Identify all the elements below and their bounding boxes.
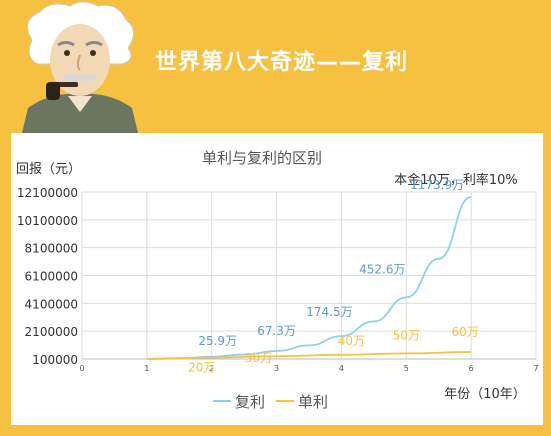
series-line-simple	[146, 351, 472, 360]
x-tick-label: 0	[79, 364, 84, 373]
x-tick-label: 1	[144, 364, 149, 373]
data-label-compound: 174.5万	[306, 305, 352, 319]
y-axis-ticks: 100000 2100000 4100000 6100000 8100000 101000…	[17, 186, 78, 367]
legend-label-simple: 单利	[298, 393, 328, 411]
data-label-simple: 30万	[245, 351, 272, 365]
y-tick-label: 2100000	[25, 325, 78, 339]
x-tick-label: 7	[533, 364, 538, 373]
page-title: 世界第八大奇迹——复利	[155, 50, 409, 75]
data-label-compound: 452.6万	[359, 262, 405, 276]
x-tick-label: 4	[339, 364, 344, 373]
y-tick-label: 12100000	[17, 186, 78, 200]
y-tick-label: 4100000	[25, 297, 78, 311]
series-line-compound	[146, 196, 472, 360]
y-tick-label: 10100000	[17, 214, 78, 228]
y-axis-label: 回报（元）	[16, 162, 81, 177]
y-tick-label: 6100000	[25, 270, 78, 284]
chart-panel: 单利与复利的区别 本金10万，利率10% 回报（元） 年份（10年） 10000…	[11, 133, 543, 425]
x-axis-label: 年份（10年）	[444, 387, 526, 402]
chart-legend: 复利 单利	[213, 393, 328, 411]
data-label-compound: 67.3万	[257, 324, 296, 338]
data-label-compound: 25.9万	[198, 334, 237, 348]
x-tick-label: 3	[274, 364, 279, 373]
data-label-simple: 60万	[452, 325, 479, 339]
x-axis-ticks: 01234567	[79, 364, 538, 373]
data-label-simple: 40万	[338, 334, 365, 348]
einstein-avatar-illustration	[22, 1, 138, 133]
y-tick-label: 100000	[32, 353, 78, 367]
data-label-simple: 20万	[188, 361, 215, 375]
data-labels: 25.9万 67.3万 174.5万 452.6万 1173.9万 20万 30万 40万 50…	[188, 178, 479, 375]
data-label-simple: 50万	[393, 328, 420, 342]
chart-title: 单利与复利的区别	[202, 149, 322, 167]
data-label-compound: 1173.9万	[410, 178, 464, 192]
x-tick-label: 5	[404, 364, 409, 373]
y-tick-label: 8100000	[25, 242, 78, 256]
legend-label-compound: 复利	[235, 393, 265, 411]
series-lines	[146, 196, 472, 360]
x-tick-label: 6	[469, 364, 474, 373]
compound-vs-simple-chart: 单利与复利的区别 本金10万，利率10% 回报（元） 年份（10年） 10000…	[16, 149, 539, 411]
